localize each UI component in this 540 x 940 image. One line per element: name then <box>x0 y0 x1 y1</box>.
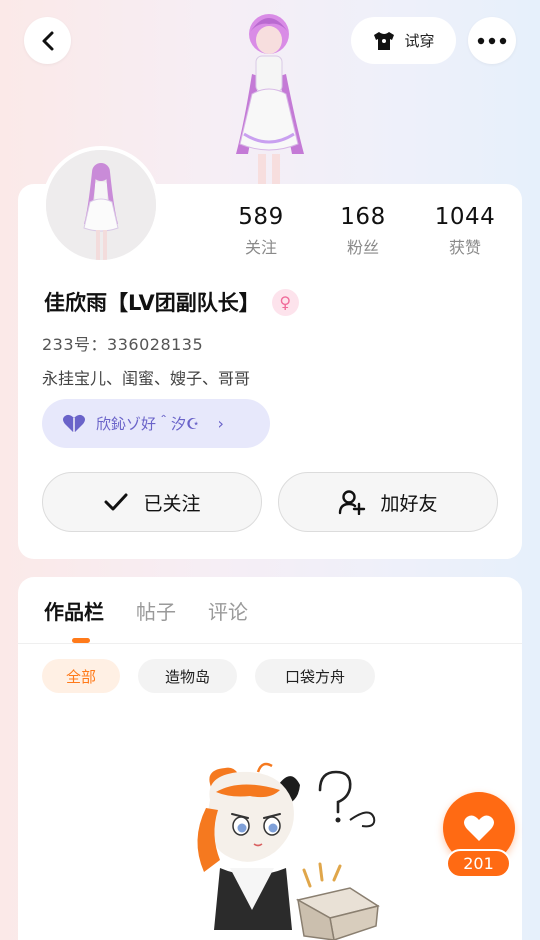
tab-works[interactable]: 作品栏 <box>44 596 104 625</box>
filter-chip-pocket-ark[interactable]: 口袋方舟 <box>255 659 375 693</box>
female-icon: ♀ <box>271 288 299 316</box>
add-friend-label: 加好友 <box>380 492 438 515</box>
like-count-badge: 201 <box>446 849 511 878</box>
add-user-icon <box>339 490 366 515</box>
followed-label: 已关注 <box>143 492 201 515</box>
name-row: 佳欣雨【LV团副队长】 ♀ <box>44 287 299 317</box>
stat-likes-label: 获赞 <box>448 238 481 257</box>
stat-likes[interactable]: 1044 获赞 <box>420 204 510 258</box>
content-tabs: 作品栏 帖子 评论 <box>44 596 248 625</box>
fan-group-tag[interactable]: 欣鈊ゾ好＾汐☪ › <box>42 399 270 448</box>
back-button[interactable] <box>24 17 71 64</box>
followed-button[interactable]: 已关注 <box>42 472 262 532</box>
stat-likes-value: 1044 <box>434 204 496 230</box>
tshirt-icon <box>374 31 395 50</box>
more-horizontal-icon <box>477 37 507 44</box>
tab-comments[interactable]: 评论 <box>208 596 248 625</box>
bio: 永挂宝儿、闺蜜、嫂子、哥哥 <box>42 369 251 388</box>
chevron-right-icon: › <box>217 414 224 433</box>
chevron-left-icon <box>42 31 53 50</box>
filter-chip-all[interactable]: 全部 <box>42 659 120 693</box>
hero-character-image <box>214 4 324 186</box>
avatar[interactable] <box>42 146 160 264</box>
stat-fans[interactable]: 168 粉丝 <box>318 204 408 258</box>
stat-following-label: 关注 <box>244 238 277 257</box>
try-on-label: 试穿 <box>404 32 435 50</box>
filter-chip-creation-island[interactable]: 造物岛 <box>138 659 237 693</box>
stat-fans-label: 粉丝 <box>346 238 379 257</box>
more-button[interactable] <box>468 17 516 64</box>
stat-following-value: 589 <box>238 204 284 230</box>
try-on-button[interactable]: 试穿 <box>351 17 456 64</box>
stat-following[interactable]: 589 关注 <box>216 204 306 258</box>
stat-fans-value: 168 <box>340 204 386 230</box>
fan-tag-label: 欣鈊ゾ好＾汐☪ <box>96 415 200 433</box>
heart-icon <box>464 815 494 841</box>
user-id: 233号：336028135 <box>42 335 204 354</box>
tab-divider <box>18 643 522 644</box>
profile-name: 佳欣雨【LV团副队长】 <box>44 291 260 315</box>
tab-posts[interactable]: 帖子 <box>136 596 176 625</box>
heart-icon <box>63 414 85 433</box>
check-icon <box>104 493 128 511</box>
add-friend-button[interactable]: 加好友 <box>278 472 498 532</box>
empty-state-illustration <box>180 760 380 940</box>
